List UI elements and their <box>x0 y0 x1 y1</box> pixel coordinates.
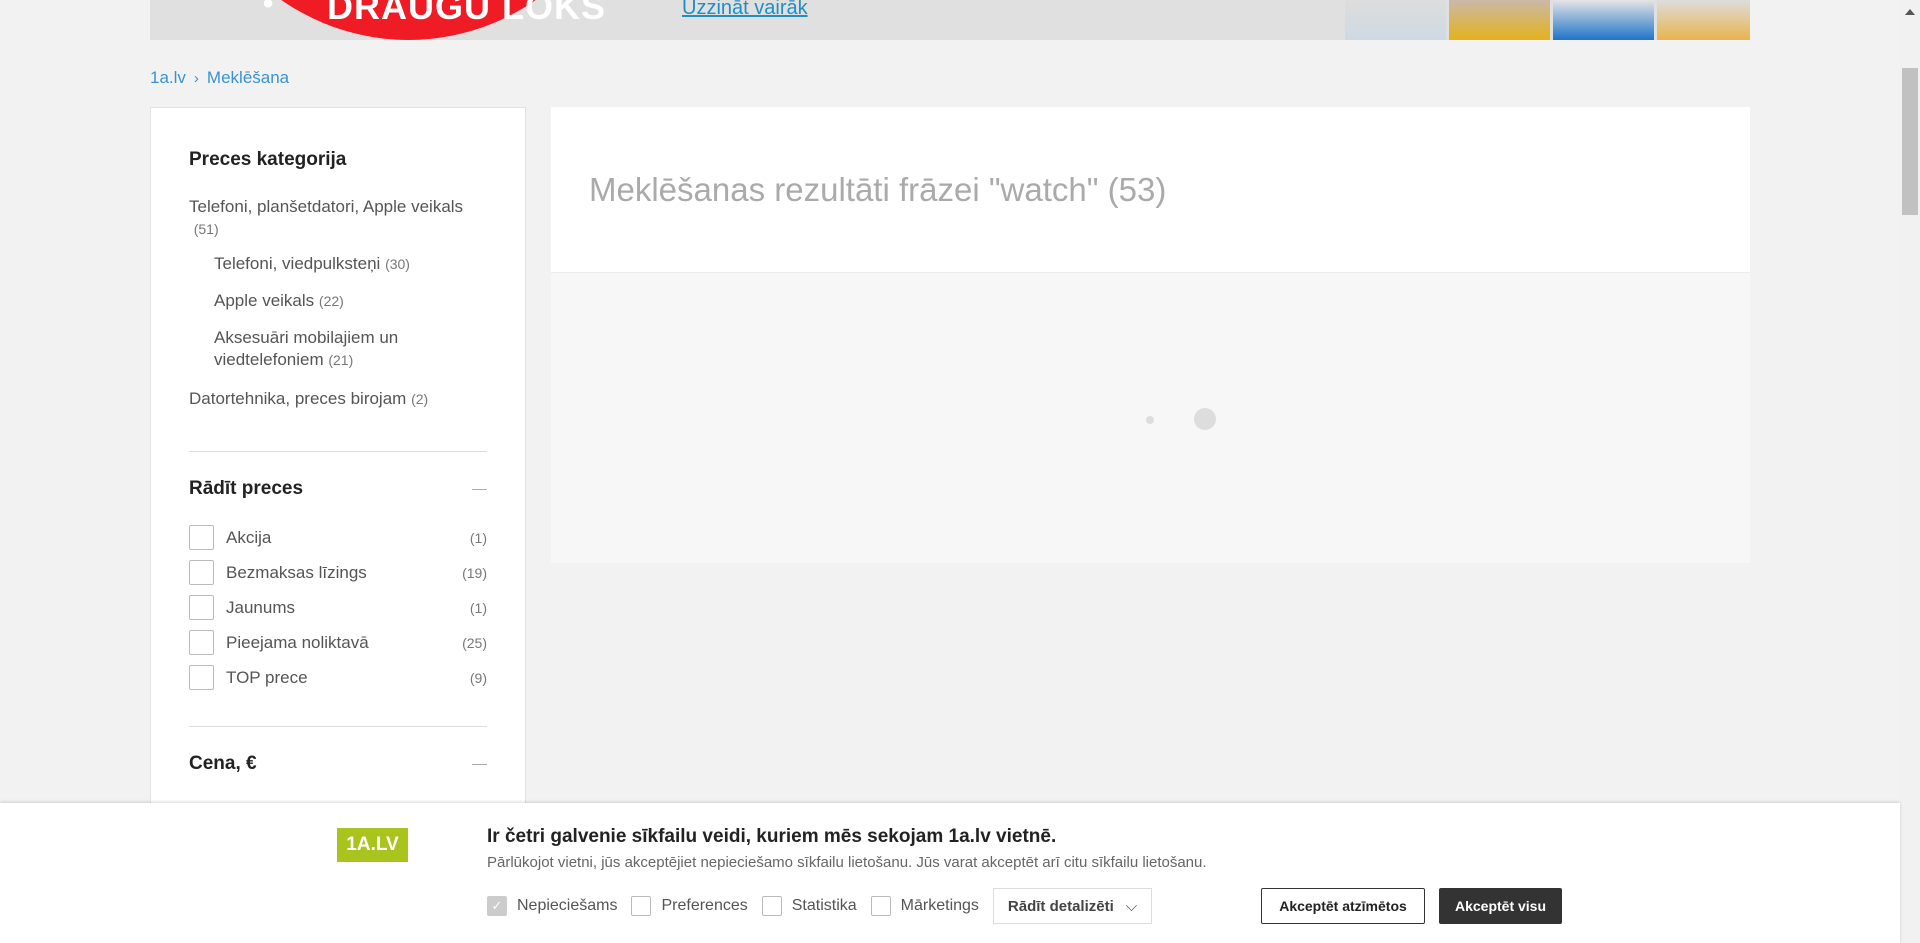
photo-4 <box>1657 0 1750 40</box>
scrollbar[interactable] <box>1900 0 1920 943</box>
scrollbar-thumb[interactable] <box>1902 68 1918 215</box>
site-logo: 1A.LV <box>337 828 408 862</box>
filter-checkbox[interactable]: Jaunums (1) <box>189 595 487 620</box>
category-label: Datortehnika, preces birojam <box>189 389 407 408</box>
category-count: (30) <box>385 256 410 272</box>
breadcrumb: 1a.lv › Meklēšana <box>150 68 289 88</box>
banner-photos <box>1345 0 1750 40</box>
checkbox[interactable] <box>189 630 214 655</box>
checkbox[interactable] <box>189 595 214 620</box>
category-heading: Preces kategorija <box>189 149 347 170</box>
scroll-up-icon[interactable] <box>1905 9 1915 15</box>
filter-label: Akcija <box>226 527 272 547</box>
category-item[interactable]: Apple veikals (22) <box>214 290 464 312</box>
option-label: Statistika <box>791 897 857 914</box>
details-label: Rādīt detalizēti <box>1007 897 1114 915</box>
results-header: Meklēšanas rezultāti frāzei "watch" (53) <box>551 107 1750 273</box>
category-item[interactable]: Telefoni, planšetdatori, Apple veikals (… <box>189 196 489 240</box>
show-products-heading: Rādīt preces <box>189 478 304 499</box>
price-heading: Cena, € <box>189 753 257 774</box>
cookie-banner: 1A.LV Ir četri galvenie sīkfailu veidi, … <box>0 803 1900 943</box>
checkbox-necessary: ✓ <box>487 896 507 916</box>
people-icon: ● <box>262 0 275 14</box>
checkbox[interactable] <box>189 560 214 585</box>
chevron-down-icon: ⌵ <box>1125 897 1138 915</box>
filter-label: Pieejama noliktavā <box>226 632 369 652</box>
filter-label: Bezmaksas līzings <box>226 562 367 582</box>
category-count: (22) <box>318 293 344 309</box>
category-label: Aksesuāri mobilajiem un viedtelefoniem <box>214 328 399 369</box>
learn-more-link[interactable]: Uzzināt vairāk <box>682 0 808 20</box>
filter-label: TOP prece <box>226 667 308 687</box>
divider <box>189 451 487 452</box>
accept-selected-button[interactable]: Akceptēt atzīmētos <box>1261 888 1425 924</box>
category-item[interactable]: Aksesuāri mobilajiem un viedtelefoniem (… <box>214 327 464 371</box>
show-details-button[interactable]: Rādīt detalizēti ⌵ <box>992 888 1153 924</box>
promo-banner[interactable]: ● DRAUGU LOKS Uzzināt vairāk <box>150 0 1750 40</box>
collapse-icon[interactable] <box>472 489 487 490</box>
filter-count: (25) <box>462 634 487 651</box>
category-count: (2) <box>411 391 429 407</box>
filter-checkbox[interactable]: Pieejama noliktavā (25) <box>189 630 487 655</box>
cookie-text: Pārlūkojot vietni, jūs akceptējiet nepie… <box>487 854 1207 871</box>
filter-count: (9) <box>469 669 487 686</box>
filter-sidebar: Preces kategorija Telefoni, planšetdator… <box>150 107 526 867</box>
page-title: Meklēšanas rezultāti frāzei "watch" (53) <box>589 171 1167 208</box>
cookie-options: ✓ Nepieciešams Preferences Statistika Mār… <box>487 888 1153 924</box>
cookie-heading: Ir četri galvenie sīkfailu veidi, kuriem… <box>487 826 1057 847</box>
checkbox[interactable] <box>189 525 214 550</box>
checkbox-marketing[interactable] <box>870 896 891 916</box>
category-item[interactable]: Telefoni, viedpulksteņi (30) <box>214 253 464 275</box>
option-label: Nepieciešams <box>517 897 618 914</box>
option-label: Preferences <box>661 897 748 914</box>
breadcrumb-home[interactable]: 1a.lv <box>150 68 186 88</box>
accept-all-button[interactable]: Akceptēt visu <box>1439 888 1562 924</box>
filter-label: Jaunums <box>226 597 295 617</box>
option-label: Mārketings <box>900 897 979 914</box>
filter-checkbox[interactable]: Bezmaksas līzings (19) <box>189 560 487 585</box>
breadcrumb-current[interactable]: Meklēšana <box>207 68 289 88</box>
category-label: Telefoni, viedpulksteņi <box>214 254 381 273</box>
photo-1 <box>1345 0 1446 40</box>
filter-count: (19) <box>462 564 487 581</box>
filter-checkbox[interactable]: Akcija (1) <box>189 525 487 550</box>
checkbox-statistics[interactable] <box>761 896 782 916</box>
photo-3 <box>1553 0 1654 40</box>
filter-count: (1) <box>469 529 487 546</box>
category-item[interactable]: Datortehnika, preces birojam (2) <box>189 388 489 410</box>
category-label: Apple veikals <box>214 291 315 310</box>
category-label: Telefoni, planšetdatori, Apple veikals <box>189 197 464 216</box>
filter-count: (1) <box>469 599 487 616</box>
collapse-icon[interactable] <box>472 764 487 765</box>
chevron-right-icon: › <box>193 69 199 87</box>
banner-title: DRAUGU LOKS <box>327 0 606 27</box>
category-count: (21) <box>328 352 354 368</box>
search-results: Meklēšanas rezultāti frāzei "watch" (53) <box>551 107 1750 563</box>
loading-spinner-dot <box>1194 408 1216 430</box>
checkbox-preferences[interactable] <box>631 896 652 916</box>
category-count: (51) <box>193 221 219 237</box>
loading-spinner-dot <box>1146 416 1154 424</box>
filter-checkbox[interactable]: TOP prece (9) <box>189 665 487 690</box>
photo-2 <box>1449 0 1550 40</box>
checkbox[interactable] <box>189 665 214 690</box>
divider <box>189 726 487 727</box>
